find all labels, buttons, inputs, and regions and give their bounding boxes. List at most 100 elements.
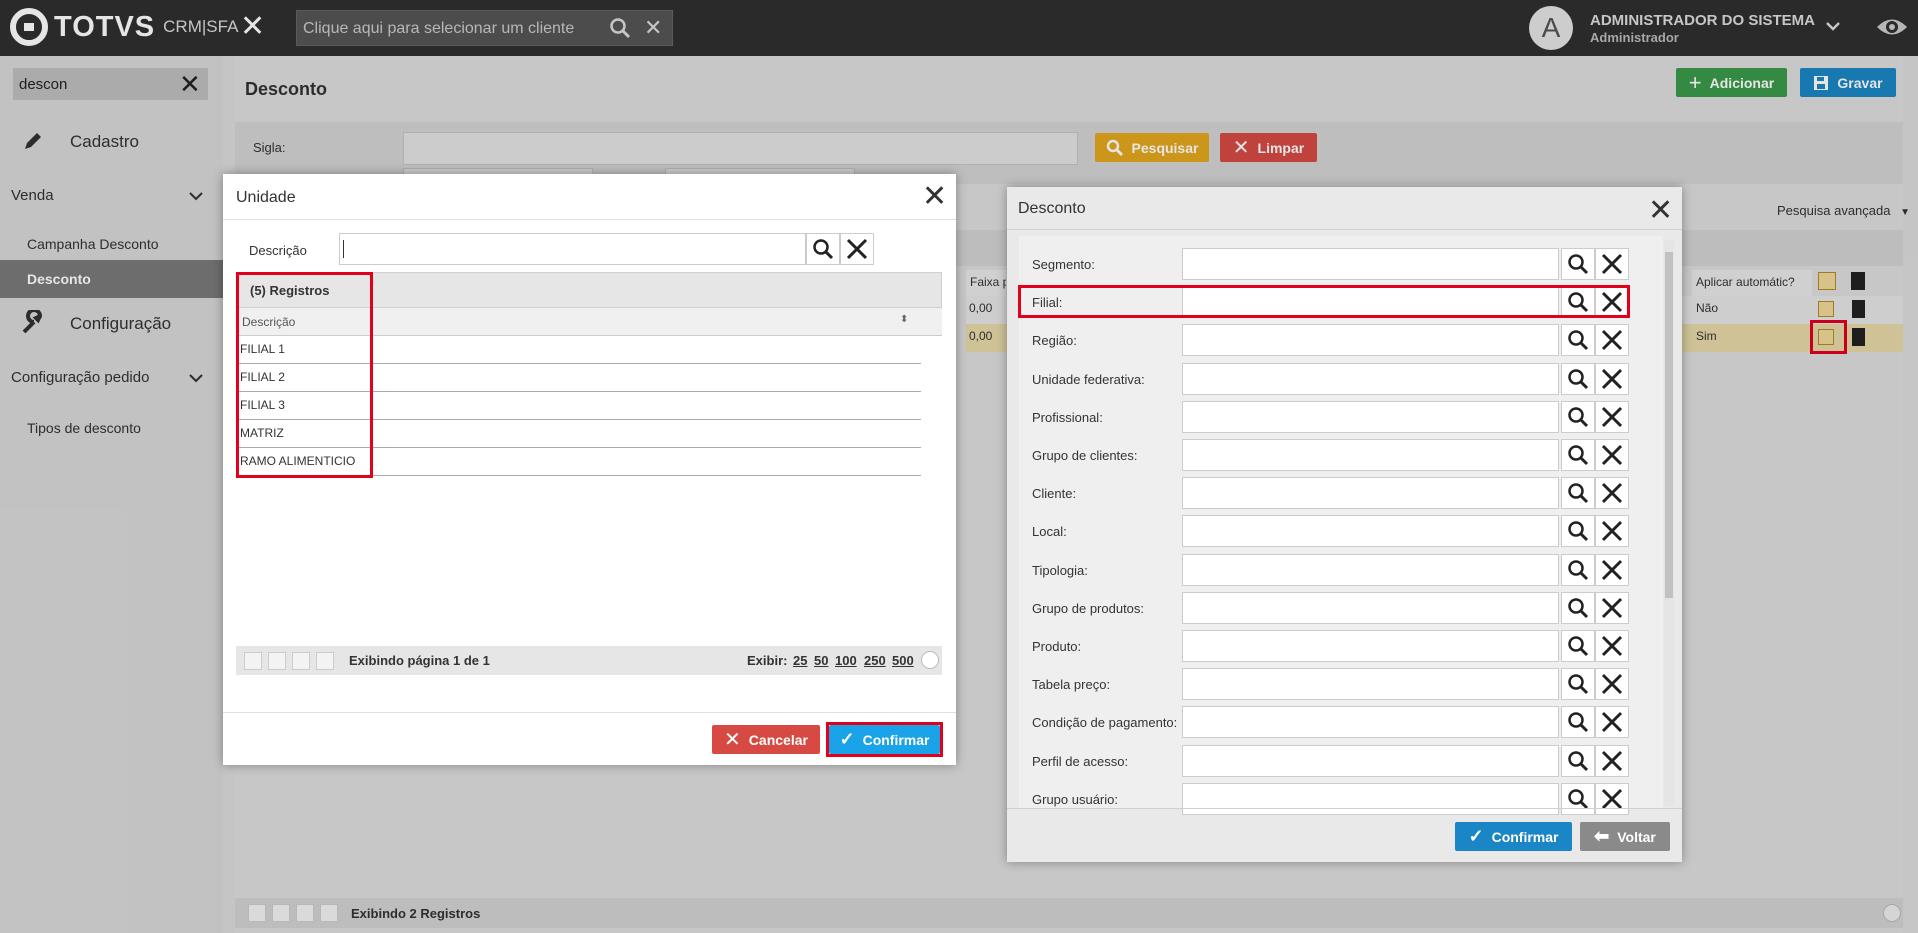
text-cursor <box>343 240 344 258</box>
search-icon <box>1568 598 1589 619</box>
form-field-input[interactable] <box>1182 363 1559 395</box>
field-search-button[interactable] <box>1561 630 1595 662</box>
close-icon[interactable]: ✕ <box>1648 196 1673 226</box>
form-field-label: Grupo de clientes: <box>1032 448 1138 463</box>
form-field-input[interactable] <box>1182 706 1559 738</box>
field-clear-button[interactable] <box>1595 668 1629 700</box>
form-field-input[interactable] <box>1182 248 1559 280</box>
form-field-label: Região: <box>1032 333 1077 348</box>
scrollbar-thumb[interactable] <box>1665 252 1673 598</box>
descricao-search-button[interactable] <box>806 233 840 265</box>
search-icon <box>1568 330 1589 351</box>
field-search-button[interactable] <box>1561 477 1595 509</box>
field-search-button[interactable] <box>1561 783 1595 815</box>
next-page-button[interactable] <box>292 652 310 670</box>
close-icon <box>1601 635 1623 657</box>
field-clear-button[interactable] <box>1595 592 1629 624</box>
field-clear-button[interactable] <box>1595 783 1629 815</box>
search-icon <box>1568 254 1589 275</box>
form-field-input[interactable] <box>1182 477 1559 509</box>
page-size-50[interactable]: 50 <box>814 653 828 668</box>
close-icon <box>1601 406 1623 428</box>
descricao-clear-button[interactable] <box>840 233 874 265</box>
form-field-label: Cliente: <box>1032 486 1077 501</box>
form-field-input[interactable] <box>1182 592 1559 624</box>
field-clear-button[interactable] <box>1595 745 1629 777</box>
back-button-label: Voltar <box>1617 828 1656 845</box>
confirm-highlight <box>826 722 943 757</box>
field-search-button[interactable] <box>1561 668 1595 700</box>
confirm-button-label: Confirmar <box>1491 828 1559 845</box>
last-page-button[interactable] <box>316 652 334 670</box>
page-info: Exibindo página 1 de 1 <box>349 653 490 668</box>
field-clear-button[interactable] <box>1595 630 1629 662</box>
form-field-label: Unidade federativa: <box>1032 372 1145 387</box>
close-icon <box>1601 329 1623 351</box>
form-field-label: Grupo usuário: <box>1032 792 1118 807</box>
form-field-label: Tabela preço: <box>1032 677 1111 692</box>
form-field-input[interactable] <box>1182 630 1559 662</box>
field-clear-button[interactable] <box>1595 515 1629 547</box>
page-size-250[interactable]: 250 <box>864 653 886 668</box>
sort-icon[interactable]: ⬍ <box>900 314 908 325</box>
form-field-input[interactable] <box>1182 324 1559 356</box>
descricao-input[interactable] <box>339 233 806 265</box>
first-page-button[interactable] <box>244 652 262 670</box>
field-clear-button[interactable] <box>1595 248 1629 280</box>
cancel-button[interactable]: ✕ Cancelar <box>712 725 820 754</box>
form-field-label: Grupo de produtos: <box>1032 601 1145 616</box>
field-search-button[interactable] <box>1561 439 1595 471</box>
field-clear-button[interactable] <box>1595 324 1629 356</box>
search-icon <box>1568 712 1589 733</box>
page-size-500[interactable]: 500 <box>892 653 914 668</box>
desconto-confirm-button[interactable]: ✓ Confirmar <box>1455 822 1572 851</box>
field-search-button[interactable] <box>1561 745 1595 777</box>
form-field-input[interactable] <box>1182 439 1559 471</box>
close-icon <box>1601 444 1623 466</box>
form-field-label: Local: <box>1032 524 1067 539</box>
search-icon <box>1568 445 1589 466</box>
field-search-button[interactable] <box>1561 324 1595 356</box>
field-clear-button[interactable] <box>1595 706 1629 738</box>
form-field-input[interactable] <box>1182 515 1559 547</box>
field-search-button[interactable] <box>1561 515 1595 547</box>
field-search-button[interactable] <box>1561 401 1595 433</box>
search-icon <box>1568 751 1589 772</box>
back-button[interactable]: ⬅ Voltar <box>1580 822 1670 851</box>
close-icon <box>1601 597 1623 619</box>
field-search-button[interactable] <box>1561 363 1595 395</box>
desconto-dialog-title: Desconto <box>1018 200 1086 217</box>
search-icon <box>1568 521 1589 542</box>
field-clear-button[interactable] <box>1595 363 1629 395</box>
field-search-button[interactable] <box>1561 554 1595 586</box>
close-icon <box>1601 520 1623 542</box>
scrollbar[interactable] <box>1664 240 1674 806</box>
form-field-input[interactable] <box>1182 745 1559 777</box>
unidade-dialog-title: Unidade <box>236 189 296 206</box>
form-field-input[interactable] <box>1182 554 1559 586</box>
field-search-button[interactable] <box>1561 248 1595 280</box>
search-icon <box>1568 789 1589 810</box>
field-clear-button[interactable] <box>1595 477 1629 509</box>
close-icon <box>846 238 868 260</box>
field-search-button[interactable] <box>1561 706 1595 738</box>
field-clear-button[interactable] <box>1595 439 1629 471</box>
lightbulb-icon[interactable] <box>921 651 939 669</box>
close-icon <box>1601 253 1623 275</box>
form-field-input[interactable] <box>1182 401 1559 433</box>
search-icon <box>1568 560 1589 581</box>
dialog-divider <box>1007 229 1682 230</box>
field-clear-button[interactable] <box>1595 401 1629 433</box>
prev-page-button[interactable] <box>268 652 286 670</box>
close-icon <box>1601 482 1623 504</box>
page-size-25[interactable]: 25 <box>793 653 807 668</box>
form-field-input[interactable] <box>1182 668 1559 700</box>
form-field-label: Perfil de acesso: <box>1032 754 1129 769</box>
search-icon <box>1568 407 1589 428</box>
field-clear-button[interactable] <box>1595 554 1629 586</box>
form-field-input[interactable] <box>1182 783 1559 815</box>
field-search-button[interactable] <box>1561 592 1595 624</box>
page-size-100[interactable]: 100 <box>835 653 857 668</box>
close-icon[interactable]: ✕ <box>922 182 947 212</box>
form-field-label: Condição de pagamento: <box>1032 715 1178 730</box>
